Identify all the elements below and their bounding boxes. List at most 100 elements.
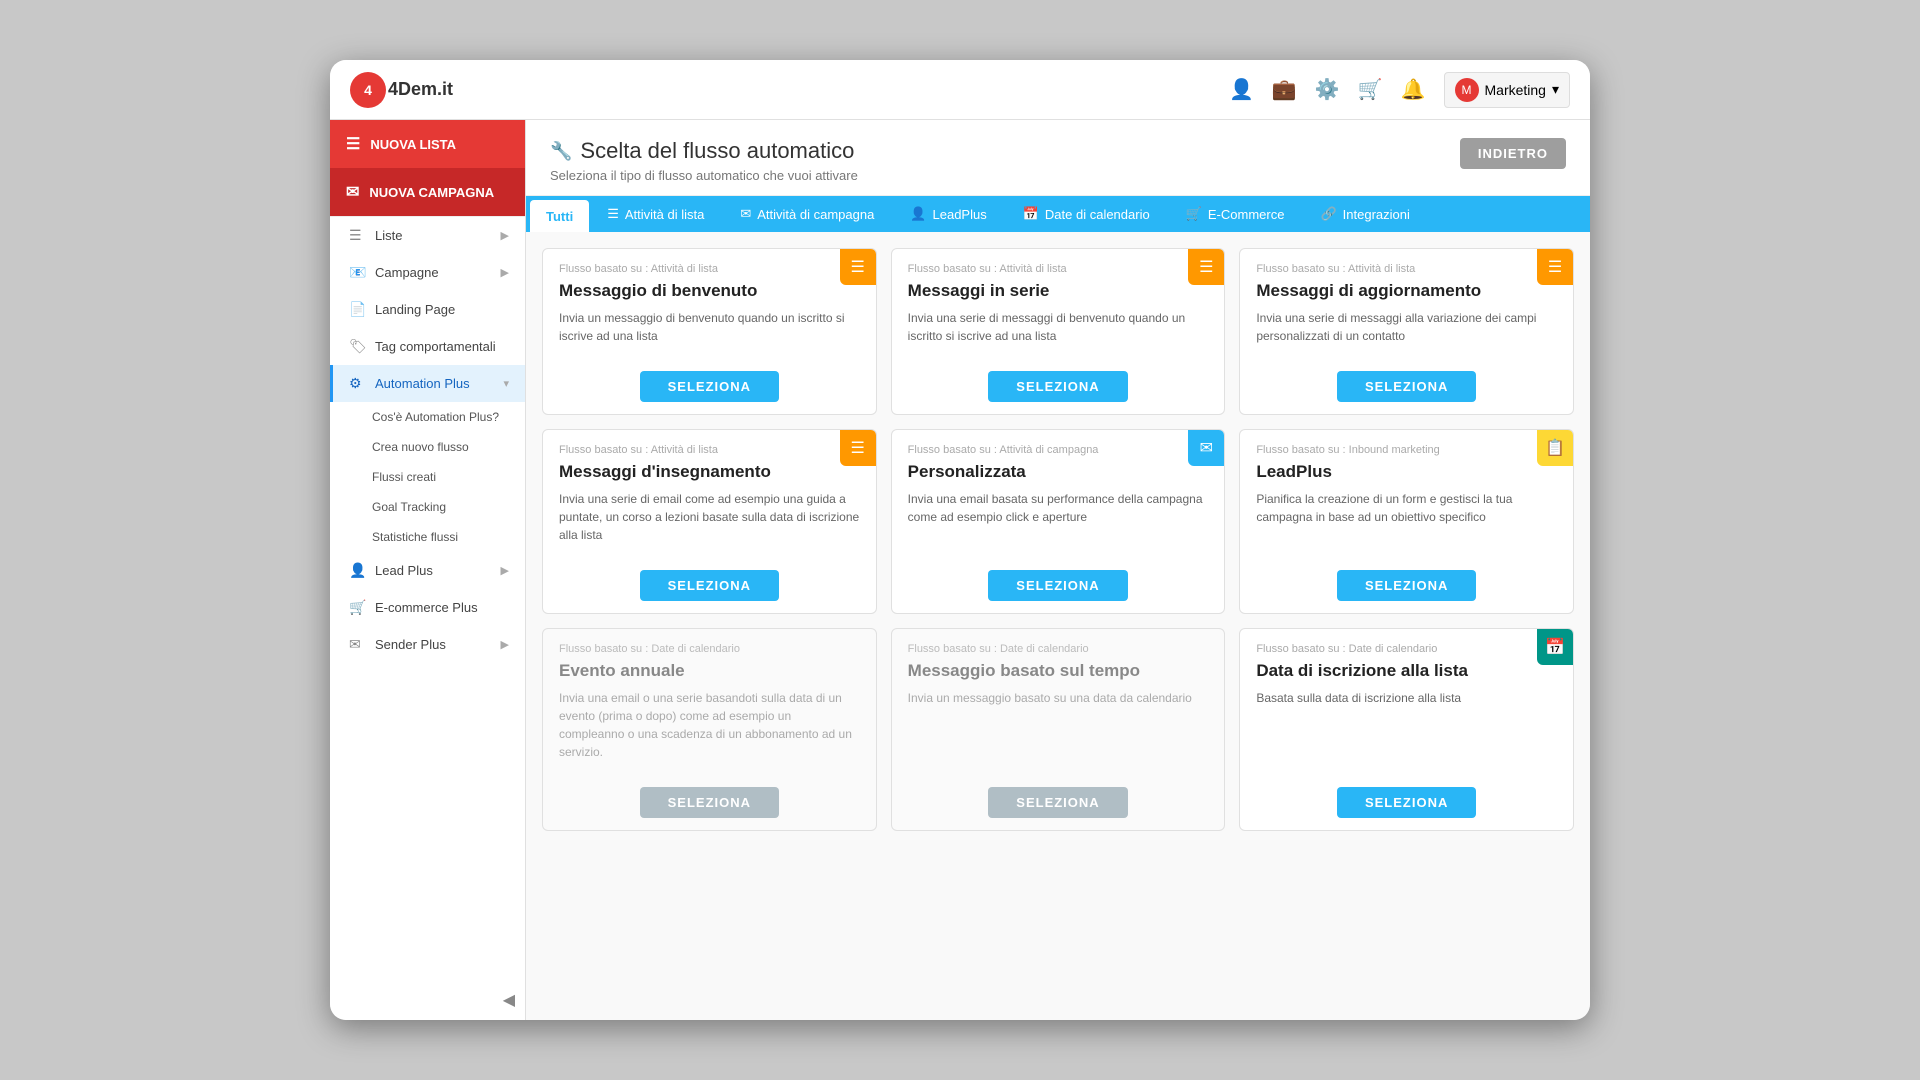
card-tag-4: Flusso basato su : Attività di campagna	[908, 444, 1209, 456]
sidebar-item-automation[interactable]: ⚙ Automation Plus ▾	[330, 365, 525, 402]
select-button-6[interactable]: SELEZIONA	[640, 787, 779, 818]
card-body-6: Flusso basato su : Date di calendario Ev…	[543, 629, 876, 775]
content-area: 🔧 Scelta del flusso automatico Seleziona…	[526, 120, 1590, 1020]
card-title-6: Evento annuale	[559, 661, 860, 681]
card-tag-8: Flusso basato su : Date di calendario	[1256, 643, 1557, 655]
tab-tutti-label: Tutti	[546, 209, 573, 224]
select-button-0[interactable]: SELEZIONA	[640, 371, 779, 402]
new-list-button[interactable]: ☰ NUOVA LISTA	[330, 120, 525, 168]
ecommerce-icon: 🛒	[349, 599, 365, 616]
sidebar-item-landing-label: Landing Page	[375, 302, 455, 317]
card-badge-5: 📋	[1537, 430, 1573, 466]
card-footer-4: SELEZIONA	[892, 558, 1225, 613]
select-button-5[interactable]: SELEZIONA	[1337, 570, 1476, 601]
settings-icon[interactable]: ⚙️	[1315, 77, 1340, 102]
tab-calendario-label: Date di calendario	[1045, 207, 1150, 222]
tab-calendario[interactable]: 📅 Date di calendario	[1005, 196, 1168, 232]
tab-ecommerce-label: E-Commerce	[1208, 207, 1285, 222]
new-campaign-label: NUOVA CAMPAGNA	[369, 185, 494, 200]
user-menu-button[interactable]: M Marketing ▾	[1444, 72, 1571, 108]
card-badge-1: ☰	[1188, 249, 1224, 285]
logo-text: 4Dem.it	[388, 79, 453, 100]
sidebar-item-tag[interactable]: 🏷 Tag comportamentali	[330, 328, 525, 365]
arrow-icon-5: ▶	[501, 638, 509, 651]
new-campaign-button[interactable]: ✉ NUOVA CAMPAGNA	[330, 168, 525, 216]
sidebar-item-flussi[interactable]: Flussi creati	[330, 462, 525, 492]
card-5: 📋 Flusso basato su : Inbound marketing L…	[1239, 429, 1574, 614]
user-avatar: M	[1455, 78, 1479, 102]
sidebar-item-sender[interactable]: ✉ Sender Plus ▶	[330, 626, 525, 663]
card-footer-5: SELEZIONA	[1240, 558, 1573, 613]
sidebar: ☰ NUOVA LISTA ✉ NUOVA CAMPAGNA ☰ Liste ▶…	[330, 120, 526, 1020]
sidebar-item-liste-label: Liste	[375, 228, 402, 243]
select-button-2[interactable]: SELEZIONA	[1337, 371, 1476, 402]
sidebar-collapse-button[interactable]: ◀	[330, 980, 525, 1020]
select-button-4[interactable]: SELEZIONA	[988, 570, 1127, 601]
sidebar-item-sender-label: Sender Plus	[375, 637, 446, 652]
envelope-icon: ✉	[346, 182, 359, 202]
briefcase-icon[interactable]: 💼	[1272, 77, 1297, 102]
sidebar-item-lead[interactable]: 👤 Lead Plus ▶	[330, 552, 525, 589]
sidebar-item-ecommerce-label: E-commerce Plus	[375, 600, 478, 615]
sidebar-item-landing[interactable]: 📄 Landing Page	[330, 291, 525, 328]
back-button[interactable]: INDIETRO	[1460, 138, 1566, 169]
new-list-label: NUOVA LISTA	[370, 137, 456, 152]
card-title-5: LeadPlus	[1256, 462, 1557, 482]
card-body-2: Flusso basato su : Attività di lista Mes…	[1240, 249, 1573, 359]
card-tag-3: Flusso basato su : Attività di lista	[559, 444, 860, 456]
sidebar-item-ecommerce[interactable]: 🛒 E-commerce Plus	[330, 589, 525, 626]
tab-lista[interactable]: ☰ Attività di lista	[589, 196, 722, 232]
card-desc-3: Invia una serie di email come ad esempio…	[559, 490, 860, 544]
tab-tutti[interactable]: Tutti	[530, 200, 589, 232]
lead-icon: 👤	[349, 562, 365, 579]
tab-campagna-icon: ✉	[740, 206, 751, 222]
page-subtitle: Seleziona il tipo di flusso automatico c…	[550, 168, 858, 183]
sidebar-item-liste[interactable]: ☰ Liste ▶	[330, 217, 525, 254]
card-3: ☰ Flusso basato su : Attività di lista M…	[542, 429, 877, 614]
card-title-2: Messaggi di aggiornamento	[1256, 281, 1557, 301]
sender-icon: ✉	[349, 636, 365, 653]
card-tag-2: Flusso basato su : Attività di lista	[1256, 263, 1557, 275]
select-button-1[interactable]: SELEZIONA	[988, 371, 1127, 402]
card-title-0: Messaggio di benvenuto	[559, 281, 860, 301]
select-button-8[interactable]: SELEZIONA	[1337, 787, 1476, 818]
card-body-0: Flusso basato su : Attività di lista Mes…	[543, 249, 876, 359]
card-desc-1: Invia una serie di messaggi di benvenuto…	[908, 309, 1209, 345]
card-footer-1: SELEZIONA	[892, 359, 1225, 414]
card-tag-7: Flusso basato su : Date di calendario	[908, 643, 1209, 655]
card-desc-0: Invia un messaggio di benvenuto quando u…	[559, 309, 860, 345]
select-button-7[interactable]: SELEZIONA	[988, 787, 1127, 818]
bell-icon[interactable]: 🔔	[1401, 77, 1426, 102]
card-8: 📅 Flusso basato su : Date di calendario …	[1239, 628, 1574, 831]
cart-icon[interactable]: 🛒	[1358, 77, 1383, 102]
sidebar-item-goal[interactable]: Goal Tracking	[330, 492, 525, 522]
tab-leadplus-icon: 👤	[910, 206, 926, 222]
arrow-icon: ▶	[501, 229, 509, 242]
sidebar-item-campagne-label: Campagne	[375, 265, 439, 280]
sidebar-item-cose[interactable]: Cos'è Automation Plus?	[330, 402, 525, 432]
card-title-3: Messaggi d'insegnamento	[559, 462, 860, 482]
tab-campagna[interactable]: ✉ Attività di campagna	[722, 196, 892, 232]
sidebar-item-crea[interactable]: Crea nuovo flusso	[330, 432, 525, 462]
top-bar: 4 4Dem.it 👤 💼 ⚙️ 🛒 🔔 M Marketing ▾	[330, 60, 1590, 120]
card-0: ☰ Flusso basato su : Attività di lista M…	[542, 248, 877, 415]
tab-lista-label: Attività di lista	[625, 207, 704, 222]
card-title-7: Messaggio basato sul tempo	[908, 661, 1209, 681]
sidebar-item-goal-label: Goal Tracking	[372, 500, 446, 514]
users-icon[interactable]: 👤	[1229, 77, 1254, 102]
tab-ecommerce[interactable]: 🛒 E-Commerce	[1168, 196, 1303, 232]
sidebar-item-cose-label: Cos'è Automation Plus?	[372, 410, 499, 424]
content-header: 🔧 Scelta del flusso automatico Seleziona…	[526, 120, 1590, 196]
tab-leadplus[interactable]: 👤 LeadPlus	[892, 196, 1004, 232]
sidebar-item-statistiche[interactable]: Statistiche flussi	[330, 522, 525, 552]
tab-integrazioni-icon: 🔗	[1320, 206, 1336, 222]
card-title-1: Messaggi in serie	[908, 281, 1209, 301]
tab-integrazioni[interactable]: 🔗 Integrazioni	[1302, 196, 1427, 232]
sidebar-item-campagne[interactable]: 📧 Campagne ▶	[330, 254, 525, 291]
card-desc-8: Basata sulla data di iscrizione alla lis…	[1256, 689, 1557, 707]
card-title-8: Data di iscrizione alla lista	[1256, 661, 1557, 681]
tab-ecommerce-icon: 🛒	[1186, 206, 1202, 222]
card-footer-6: SELEZIONA	[543, 775, 876, 830]
select-button-3[interactable]: SELEZIONA	[640, 570, 779, 601]
card-2: ☰ Flusso basato su : Attività di lista M…	[1239, 248, 1574, 415]
